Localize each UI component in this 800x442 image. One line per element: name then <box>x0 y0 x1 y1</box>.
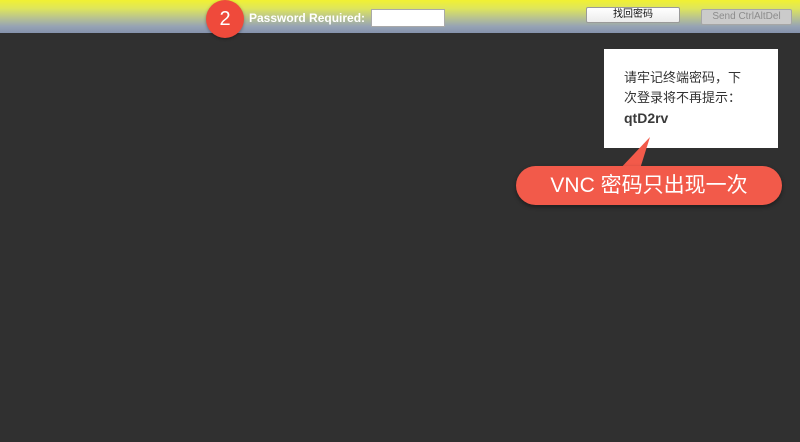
annotation-callout: VNC 密码只出现一次 <box>516 166 782 205</box>
password-input[interactable] <box>371 9 445 27</box>
vnc-toolbar: Password Required: 找回密码 Send CtrlAltDel <box>0 0 800 33</box>
notice-line-1: 请牢记终端密码，下 <box>624 70 742 85</box>
password-required-label: Password Required: <box>249 11 366 25</box>
notice-password-value: qtD2rv <box>624 110 669 126</box>
vnc-console[interactable]: Password Required: 找回密码 Send CtrlAltDel … <box>0 0 800 442</box>
notice-line-2: 次登录将不再提示： <box>624 90 742 105</box>
recover-password-button[interactable]: 找回密码 <box>586 7 680 23</box>
send-ctrl-alt-del-button[interactable]: Send CtrlAltDel <box>701 9 792 25</box>
step-number-badge: 2 <box>206 0 244 38</box>
password-notice-box: 请牢记终端密码，下 次登录将不再提示： qtD2rv <box>604 49 778 148</box>
